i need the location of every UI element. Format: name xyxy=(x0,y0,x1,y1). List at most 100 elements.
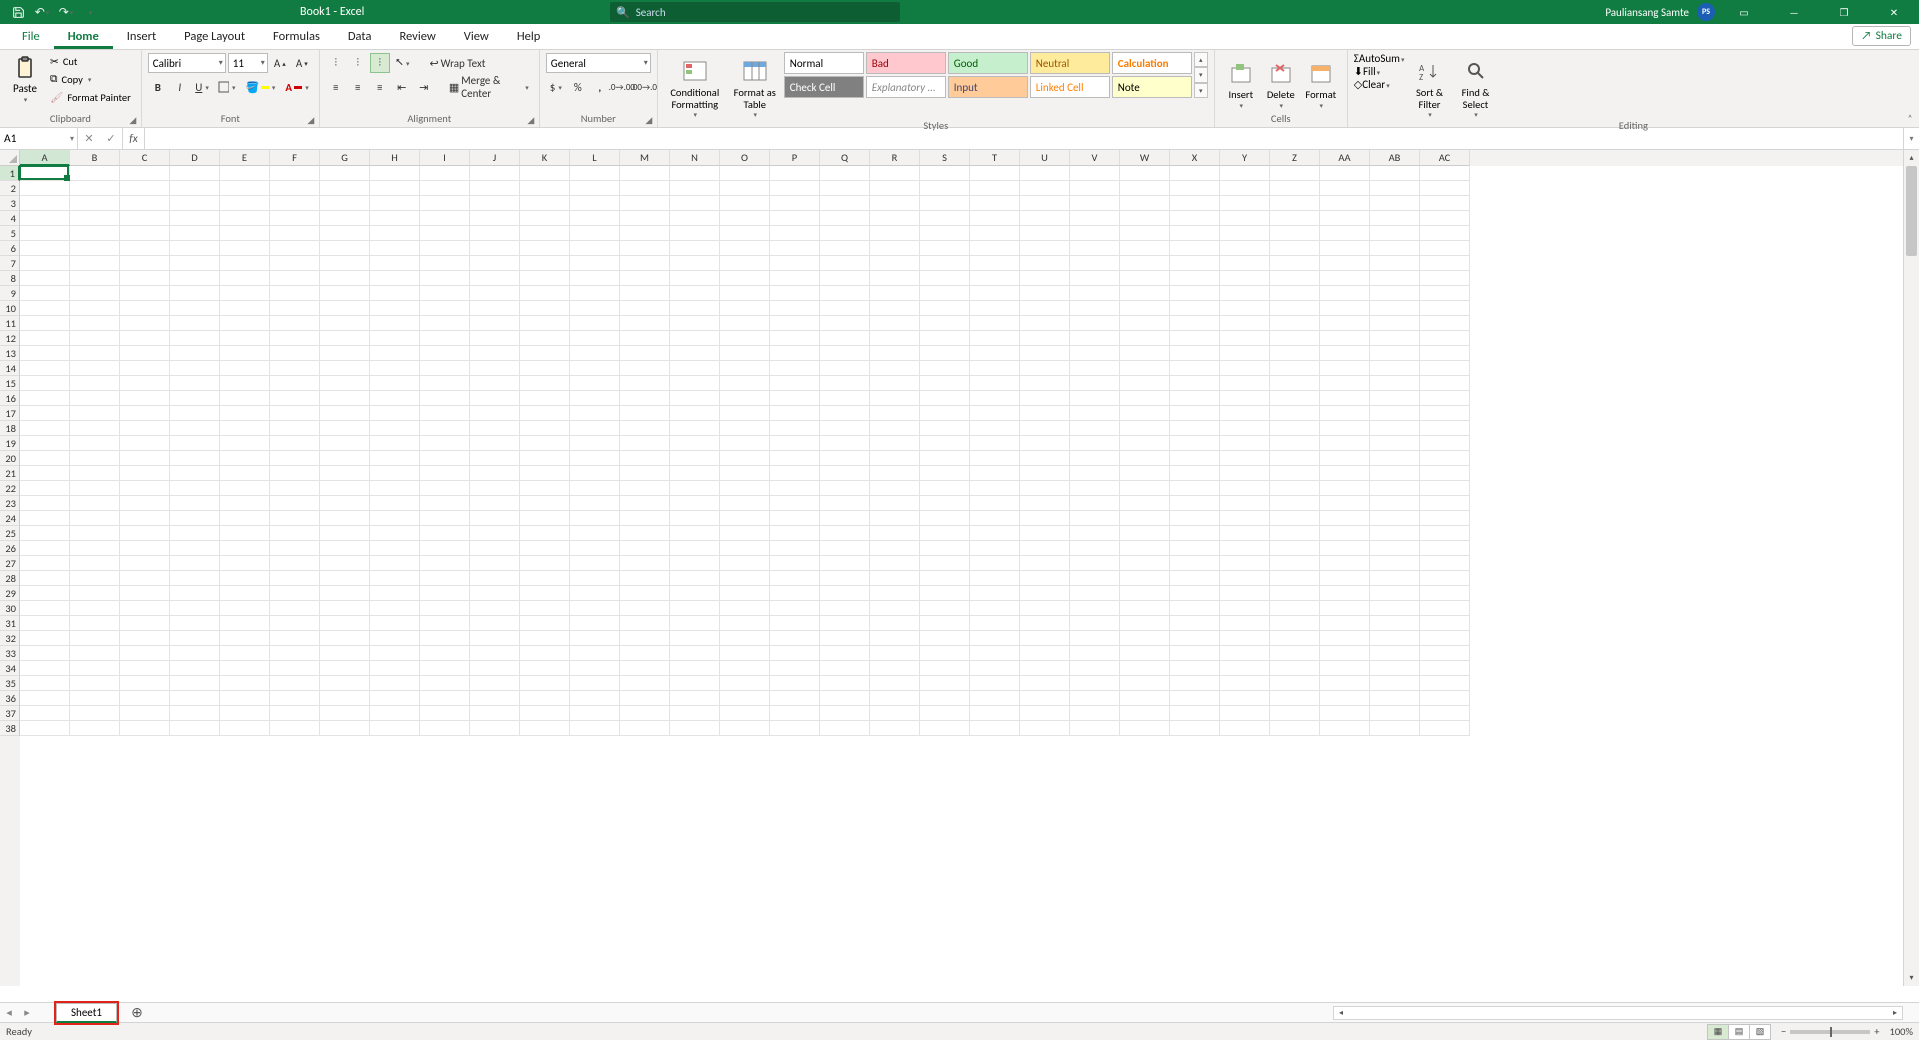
row-header[interactable]: 8 xyxy=(0,271,20,286)
insert-cells-button[interactable]: Insert▾ xyxy=(1221,52,1261,112)
row-header[interactable]: 28 xyxy=(0,571,20,586)
sheet-nav-next-icon[interactable]: ▸ xyxy=(18,1004,36,1022)
row-header[interactable]: 37 xyxy=(0,706,20,721)
row-header[interactable]: 19 xyxy=(0,436,20,451)
sort-filter-button[interactable]: AZSort & Filter▾ xyxy=(1409,52,1451,119)
select-all-corner[interactable] xyxy=(0,150,20,166)
row-header[interactable]: 27 xyxy=(0,556,20,571)
gallery-up-icon[interactable]: ▴ xyxy=(1194,52,1208,67)
autosum-button[interactable]: ΣAutoSum▾ xyxy=(1354,52,1405,65)
column-header[interactable]: W xyxy=(1120,150,1170,166)
font-dialog-launcher-icon[interactable]: ◢ xyxy=(305,114,317,126)
decrease-indent-icon[interactable]: ⇤ xyxy=(392,77,412,97)
cut-button[interactable]: ✂Cut xyxy=(46,52,135,70)
style-input[interactable]: Input xyxy=(948,76,1028,98)
row-header[interactable]: 16 xyxy=(0,391,20,406)
italic-button[interactable]: I xyxy=(170,77,190,97)
column-header[interactable]: I xyxy=(420,150,470,166)
comma-format-button[interactable]: , xyxy=(590,77,610,97)
style-calculation[interactable]: Calculation xyxy=(1112,52,1192,74)
sheet-nav-prev-icon[interactable]: ◂ xyxy=(0,1004,18,1022)
row-header[interactable]: 3 xyxy=(0,196,20,211)
row-header[interactable]: 21 xyxy=(0,466,20,481)
row-header[interactable]: 29 xyxy=(0,586,20,601)
column-header[interactable]: Y xyxy=(1220,150,1270,166)
align-middle-icon[interactable]: ⫶ xyxy=(348,53,368,73)
style-note[interactable]: Note xyxy=(1112,76,1192,98)
tab-formulas[interactable]: Formulas xyxy=(259,24,334,49)
align-right-icon[interactable]: ≡ xyxy=(370,77,390,97)
search-box[interactable]: 🔍 Search xyxy=(610,2,900,22)
row-header[interactable]: 33 xyxy=(0,646,20,661)
column-header[interactable]: J xyxy=(470,150,520,166)
tab-file[interactable]: File xyxy=(8,24,54,49)
column-header[interactable]: AC xyxy=(1420,150,1470,166)
format-cells-button[interactable]: Format▾ xyxy=(1301,52,1341,112)
share-button[interactable]: ↗ Share xyxy=(1852,26,1911,46)
percent-format-button[interactable]: % xyxy=(568,77,588,97)
style-explanatory[interactable]: Explanatory ... xyxy=(866,76,946,98)
row-header[interactable]: 32 xyxy=(0,631,20,646)
font-color-button[interactable]: A▾ xyxy=(281,77,312,97)
undo-icon[interactable]: ↶▾ xyxy=(32,2,52,22)
copy-button[interactable]: ⧉Copy▾ xyxy=(46,70,135,88)
font-name-combo[interactable]: Calibri xyxy=(148,53,226,73)
column-header[interactable]: F xyxy=(270,150,320,166)
enter-formula-icon[interactable]: ✓ xyxy=(100,132,122,145)
column-header[interactable]: L xyxy=(570,150,620,166)
column-header[interactable]: D xyxy=(170,150,220,166)
view-page-layout-icon[interactable]: ▤ xyxy=(1728,1024,1750,1040)
tab-page-layout[interactable]: Page Layout xyxy=(170,24,259,49)
row-header[interactable]: 11 xyxy=(0,316,20,331)
collapse-ribbon-icon[interactable]: ˄ xyxy=(1903,111,1917,125)
clear-button[interactable]: ◇Clear▾ xyxy=(1354,78,1405,91)
format-as-table-button[interactable]: Format as Table▾ xyxy=(730,52,780,119)
row-header[interactable]: 14 xyxy=(0,361,20,376)
scroll-right-icon[interactable]: ▸ xyxy=(1888,1008,1902,1018)
column-header[interactable]: P xyxy=(770,150,820,166)
conditional-formatting-button[interactable]: Conditional Formatting▾ xyxy=(664,52,726,119)
zoom-slider[interactable] xyxy=(1790,1030,1870,1034)
row-header[interactable]: 10 xyxy=(0,301,20,316)
redo-icon[interactable]: ↷▾ xyxy=(56,2,76,22)
paste-button[interactable]: Paste ▾ xyxy=(6,52,44,108)
zoom-out-button[interactable]: − xyxy=(1781,1025,1786,1038)
decrease-decimal-icon[interactable]: .00→.0 xyxy=(634,77,654,97)
cancel-formula-icon[interactable]: ✕ xyxy=(78,132,100,145)
style-check-cell[interactable]: Check Cell xyxy=(784,76,864,98)
row-header[interactable]: 23 xyxy=(0,496,20,511)
vertical-scrollbar[interactable]: ▴ ▾ xyxy=(1903,150,1919,986)
row-header[interactable]: 30 xyxy=(0,601,20,616)
row-header[interactable]: 18 xyxy=(0,421,20,436)
style-linked-cell[interactable]: Linked Cell xyxy=(1030,76,1110,98)
column-header[interactable]: AA xyxy=(1320,150,1370,166)
ribbon-display-options-icon[interactable]: ▭ xyxy=(1723,0,1765,24)
wrap-text-button[interactable]: ↩Wrap Text xyxy=(425,53,489,73)
scroll-up-icon[interactable]: ▴ xyxy=(1904,150,1919,166)
delete-cells-button[interactable]: Delete▾ xyxy=(1261,52,1301,112)
column-header[interactable]: Q xyxy=(820,150,870,166)
tab-help[interactable]: Help xyxy=(503,24,554,49)
new-sheet-button[interactable]: ⊕ xyxy=(127,1003,147,1023)
column-header[interactable]: AB xyxy=(1370,150,1420,166)
zoom-in-button[interactable]: + xyxy=(1874,1025,1879,1038)
decrease-font-icon[interactable]: A▾ xyxy=(292,53,312,73)
column-header[interactable]: N xyxy=(670,150,720,166)
row-header[interactable]: 1 xyxy=(0,166,20,181)
view-normal-icon[interactable]: ▦ xyxy=(1707,1024,1729,1040)
column-header[interactable]: R xyxy=(870,150,920,166)
format-painter-button[interactable]: 🖌Format Painter xyxy=(46,88,135,106)
column-header[interactable]: A xyxy=(20,150,70,166)
fx-icon[interactable]: fx xyxy=(123,128,145,149)
tab-insert[interactable]: Insert xyxy=(113,24,170,49)
column-header[interactable]: U xyxy=(1020,150,1070,166)
style-good[interactable]: Good xyxy=(948,52,1028,74)
tab-view[interactable]: View xyxy=(450,24,503,49)
column-header[interactable]: E xyxy=(220,150,270,166)
style-bad[interactable]: Bad xyxy=(866,52,946,74)
row-header[interactable]: 24 xyxy=(0,511,20,526)
align-center-icon[interactable]: ≡ xyxy=(348,77,368,97)
save-icon[interactable] xyxy=(8,2,28,22)
underline-button[interactable]: U▾ xyxy=(192,77,213,97)
column-header[interactable]: M xyxy=(620,150,670,166)
